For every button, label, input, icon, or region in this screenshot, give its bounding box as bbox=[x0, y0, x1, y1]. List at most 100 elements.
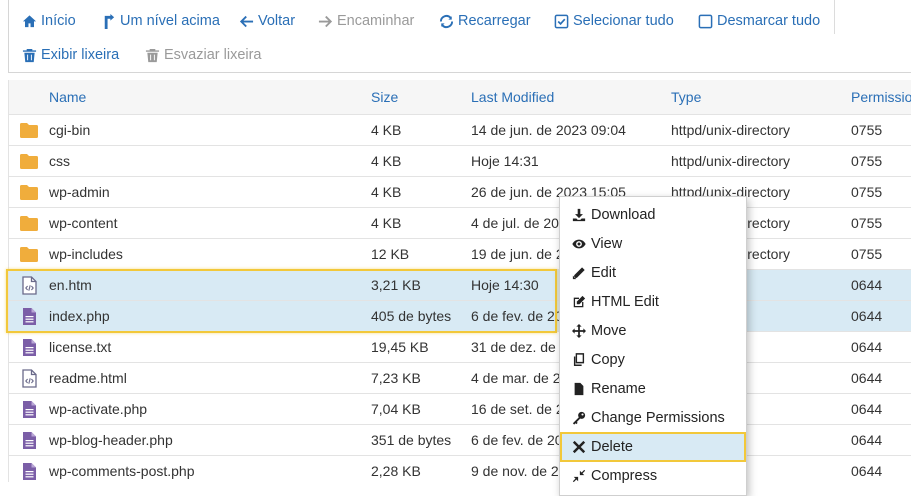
menu-item-compress[interactable]: Compress bbox=[560, 461, 746, 490]
table-row[interactable]: en.htm 3,21 KB Hoje 14:30 0644 bbox=[9, 269, 911, 301]
file-name[interactable]: cgi-bin bbox=[49, 114, 371, 146]
file-name[interactable]: wp-content bbox=[49, 207, 371, 239]
table-row[interactable]: index.php405 de bytes6 de fev. de 20c064… bbox=[9, 300, 911, 332]
file-size: 4 KB bbox=[371, 114, 471, 146]
file-name[interactable]: en.htm bbox=[49, 269, 371, 301]
refresh-icon bbox=[439, 14, 454, 28]
table-row[interactable]: cgi-bin 4 KB 14 de jun. de 2023 09:04 httpd… bbox=[9, 114, 911, 146]
folder-icon bbox=[9, 184, 49, 201]
back-button[interactable]: Voltar bbox=[239, 13, 295, 29]
row-icon-cell bbox=[9, 207, 49, 239]
text-file-icon bbox=[9, 400, 49, 419]
permissions-column-header[interactable]: Permissions bbox=[851, 80, 911, 115]
file-type: httpd/unix-directory bbox=[671, 114, 851, 146]
file-name[interactable]: wp-admin bbox=[49, 176, 371, 208]
forward-label: Encaminhar bbox=[337, 13, 415, 29]
file-list: Name Size Last Modified Type Permissions… bbox=[8, 80, 911, 482]
file-name[interactable]: wp-blog-header.php bbox=[49, 424, 371, 456]
file-name[interactable]: readme.html bbox=[49, 362, 371, 394]
x-icon bbox=[572, 440, 586, 454]
row-icon-cell bbox=[9, 114, 49, 146]
table-row[interactable]: wp-activate.php7,04 KB16 de set. de 2c06… bbox=[9, 393, 911, 425]
size-column-header[interactable]: Size bbox=[371, 80, 471, 115]
menu-item-copy[interactable]: Copy bbox=[560, 345, 746, 374]
file-size: 2,28 KB bbox=[371, 455, 471, 482]
file-size: 4 KB bbox=[371, 207, 471, 239]
select-all-button[interactable]: Selecionar tudo bbox=[554, 13, 674, 29]
file-icon bbox=[572, 382, 586, 396]
row-icon-cell bbox=[9, 238, 49, 270]
file-permissions: 0644 bbox=[851, 424, 911, 456]
file-permissions: 0755 bbox=[851, 176, 911, 208]
table-row[interactable]: wp-admin 4 KB 26 de jun. de 2023 15:05 http… bbox=[9, 176, 911, 208]
menu-item-change-permissions[interactable]: Change Permissions bbox=[560, 403, 746, 432]
menu-item-edit[interactable]: Edit bbox=[560, 258, 746, 287]
table-row[interactable]: readme.html 7,23 KB 4 de mar. de 2 0644 bbox=[9, 362, 911, 394]
menu-item-label: Compress bbox=[591, 467, 658, 484]
arrow-right-icon bbox=[318, 15, 333, 27]
type-column-header[interactable]: Type bbox=[671, 80, 851, 115]
table-row[interactable]: wp-content4 KB4 de jul. de 20httpd/unix-… bbox=[9, 207, 911, 239]
up-one-level-button[interactable]: Um nível acima bbox=[101, 13, 220, 29]
trash-icon bbox=[145, 48, 160, 62]
table-row[interactable]: css 4 KB Hoje 14:31 httpd/unix-directory 075… bbox=[9, 145, 911, 177]
table-row[interactable]: license.txt 19,45 KB 31 de dez. de 0644 bbox=[9, 331, 911, 363]
file-name[interactable]: wp-includes bbox=[49, 238, 371, 270]
row-icon-cell bbox=[9, 300, 49, 332]
show-trash-button[interactable]: Exibir lixeira bbox=[22, 47, 119, 63]
file-type: httpd/unix-directory bbox=[671, 145, 851, 177]
reload-label: Recarregar bbox=[458, 13, 531, 29]
table-row[interactable]: wp-comments-post.php 2,28 KB 9 de nov. de … bbox=[9, 455, 911, 482]
toolbar-divider bbox=[834, 0, 835, 34]
menu-item-html-edit[interactable]: HTML Edit bbox=[560, 287, 746, 316]
file-manager-toolbar: Início Um nível acima Voltar Encaminhar … bbox=[8, 0, 911, 73]
menu-item-download[interactable]: Download bbox=[560, 200, 746, 229]
file-size: 3,21 KB bbox=[371, 269, 471, 301]
home-icon bbox=[22, 14, 37, 27]
empty-trash-label: Esvaziar lixeira bbox=[164, 47, 262, 63]
checkbox-empty-icon bbox=[698, 14, 713, 28]
menu-item-label: Change Permissions bbox=[591, 409, 725, 426]
file-permissions: 0644 bbox=[851, 393, 911, 425]
text-file-icon bbox=[9, 431, 49, 450]
file-name[interactable]: css bbox=[49, 145, 371, 177]
copy-icon bbox=[572, 352, 586, 367]
menu-item-rename[interactable]: Rename bbox=[560, 374, 746, 403]
menu-item-delete[interactable]: Delete bbox=[560, 432, 746, 461]
file-permissions: 0644 bbox=[851, 300, 911, 332]
row-icon-cell bbox=[9, 362, 49, 394]
row-icon-cell bbox=[9, 145, 49, 177]
menu-item-view[interactable]: View bbox=[560, 229, 746, 258]
row-icon-cell bbox=[9, 424, 49, 456]
file-name[interactable]: wp-comments-post.php bbox=[49, 455, 371, 482]
context-menu: Download View Edit HTML Edit Move Copy Rename C… bbox=[559, 196, 747, 496]
file-name[interactable]: index.php bbox=[49, 300, 371, 332]
deselect-all-button[interactable]: Desmarcar tudo bbox=[698, 13, 820, 29]
file-permissions: 0644 bbox=[851, 455, 911, 482]
key-icon bbox=[572, 411, 586, 425]
home-button[interactable]: Início bbox=[22, 13, 76, 29]
row-icon-cell bbox=[9, 393, 49, 425]
forward-button[interactable]: Encaminhar bbox=[318, 13, 414, 29]
file-size: 7,04 KB bbox=[371, 393, 471, 425]
name-column-header[interactable]: Name bbox=[49, 80, 371, 115]
menu-item-label: HTML Edit bbox=[591, 293, 659, 310]
file-name[interactable]: wp-activate.php bbox=[49, 393, 371, 425]
file-name[interactable]: license.txt bbox=[49, 331, 371, 363]
move-icon bbox=[572, 323, 586, 338]
file-size: 7,23 KB bbox=[371, 362, 471, 394]
menu-item-move[interactable]: Move bbox=[560, 316, 746, 345]
back-label: Voltar bbox=[258, 13, 296, 29]
file-permissions: 0755 bbox=[851, 145, 911, 177]
empty-trash-button[interactable]: Esvaziar lixeira bbox=[145, 47, 262, 63]
modified-column-header[interactable]: Last Modified bbox=[471, 80, 671, 115]
table-row[interactable]: wp-blog-header.php 351 de bytes 6 de fev. … bbox=[9, 424, 911, 456]
menu-item-label: Move bbox=[591, 322, 627, 339]
row-icon-cell bbox=[9, 269, 49, 301]
file-size: 4 KB bbox=[371, 145, 471, 177]
file-size: 12 KB bbox=[371, 238, 471, 270]
reload-button[interactable]: Recarregar bbox=[439, 13, 531, 29]
table-row[interactable]: wp-includes12 KB19 de jun. de 2httpd/uni… bbox=[9, 238, 911, 270]
file-permissions: 0644 bbox=[851, 362, 911, 394]
menu-item-label: Edit bbox=[591, 264, 616, 281]
